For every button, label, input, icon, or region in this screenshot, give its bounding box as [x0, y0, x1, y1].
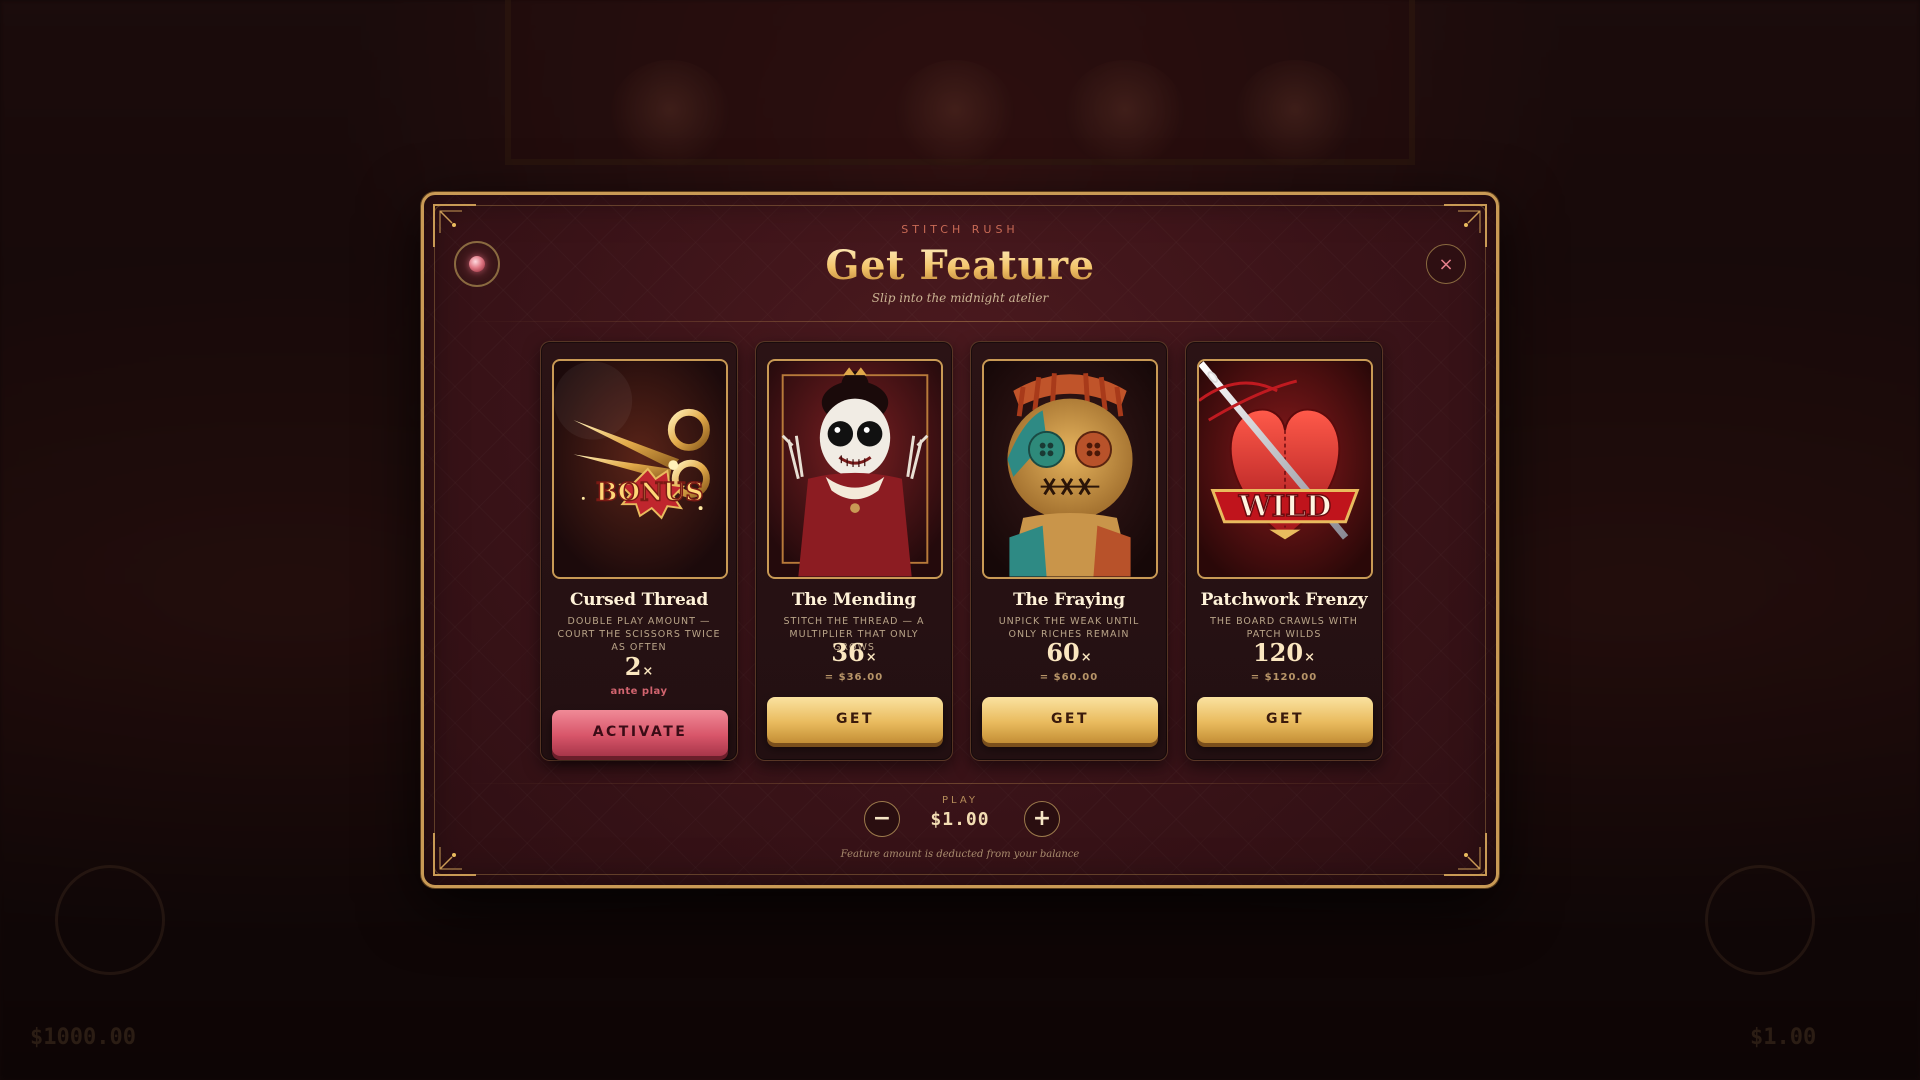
background-spin-ring — [1705, 865, 1815, 975]
header-divider — [460, 321, 1460, 322]
card-multiplier: 120× — [1186, 638, 1382, 667]
modal-header: STITCH RUSH Get Feature Slip into the mi… — [424, 223, 1496, 305]
get-button[interactable]: GET — [982, 697, 1158, 743]
card-subtext: = $120.00 — [1250, 672, 1318, 683]
activate-button[interactable]: ACTIVATE — [552, 710, 728, 756]
feature-card-the-mending: The Mending STITCH THE THREAD — A MULTIP… — [755, 341, 953, 761]
card-multiplier: 36× — [756, 638, 952, 667]
feature-card-list: BONUS Cursed Thread DOUBLE PLAY AMOUNT —… — [540, 341, 1386, 763]
get-button[interactable]: GET — [767, 697, 943, 743]
card-subtext: ante play — [610, 686, 668, 697]
multiplier-value: 120 — [1252, 638, 1304, 667]
play-label: PLAY — [941, 795, 978, 806]
feature-card-cursed-thread: BONUS Cursed Thread DOUBLE PLAY AMOUNT —… — [540, 341, 738, 761]
multiplier-value: 2 — [624, 652, 642, 681]
card-multiplier: 60× — [971, 638, 1167, 667]
get-feature-modal: × STITCH RUSH Get Feature Slip into the … — [421, 192, 1499, 888]
feature-card-the-fraying: The Fraying UNPICK THE WEAK UNTIL ONLY R… — [970, 341, 1168, 761]
card-multiplier: 2× — [541, 652, 737, 681]
wild-heart-needle-icon: WILD — [1197, 359, 1373, 579]
card-subtext: = $60.00 — [1039, 672, 1099, 683]
multiplier-suffix: × — [642, 664, 654, 679]
card-title: The Mending — [791, 590, 917, 610]
increase-play-button[interactable]: + — [1024, 801, 1060, 837]
background-bet: $1.00 — [1750, 1025, 1817, 1050]
scissors-bonus-icon: BONUS — [552, 359, 728, 579]
balance-disclaimer: Feature amount is deducted from your bal… — [840, 849, 1080, 860]
bonus-badge-text: BONUS — [596, 476, 704, 506]
card-subtext: = $36.00 — [824, 672, 884, 683]
play-amount-control: − PLAY $1.00 + — [424, 795, 1496, 855]
game-name: STITCH RUSH — [901, 223, 1019, 236]
footer-divider — [460, 783, 1460, 784]
multiplier-suffix: × — [1304, 650, 1315, 665]
voodoo-doll-icon — [982, 359, 1158, 579]
play-amount-value: $1.00 — [930, 809, 990, 830]
background-balance: $1000.00 — [30, 1025, 136, 1050]
modal-subtitle: Slip into the midnight atelier — [871, 291, 1049, 305]
multiplier-suffix: × — [865, 650, 877, 665]
wild-badge-text: WILD — [1238, 488, 1332, 523]
multiplier-value: 36 — [831, 638, 865, 667]
card-title: Cursed Thread — [569, 590, 709, 610]
get-button[interactable]: GET — [1197, 697, 1373, 743]
feature-card-patchwork-frenzy: WILD Patchwork Frenzy THE BOARD CRAWLS W… — [1185, 341, 1383, 761]
modal-title: Get Feature — [424, 242, 1496, 289]
multiplier-suffix: × — [1080, 650, 1092, 665]
background-spin-ring — [55, 865, 165, 975]
card-title: Patchwork Frenzy — [1200, 590, 1368, 610]
porcelain-doll-icon — [767, 359, 943, 579]
multiplier-value: 60 — [1046, 638, 1080, 667]
card-description: DOUBLE PLAY AMOUNT — COURT THE SCISSORS … — [557, 616, 721, 653]
card-title: The Fraying — [1013, 590, 1125, 610]
